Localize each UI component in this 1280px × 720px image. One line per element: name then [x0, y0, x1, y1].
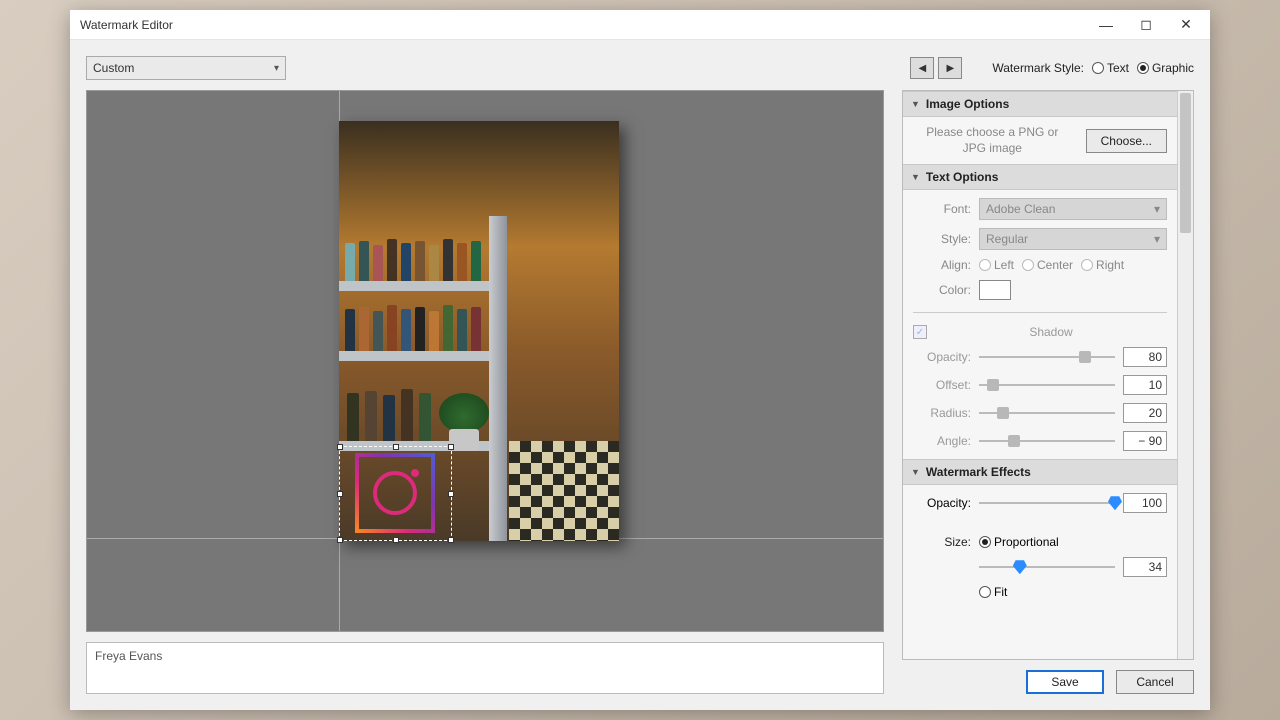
size-proportional-radio[interactable]: Proportional	[979, 535, 1059, 549]
radio-icon	[979, 259, 991, 271]
chevron-down-icon: ▾	[1154, 202, 1160, 216]
size-value[interactable]: 34	[1123, 557, 1167, 577]
watermark-text-input[interactable]: Freya Evans	[86, 642, 884, 694]
scrollbar-thumb[interactable]	[1180, 93, 1191, 233]
left-column: Freya Evans	[86, 90, 884, 694]
shadow-checkbox: ✓	[913, 325, 927, 339]
cancel-button[interactable]: Cancel	[1116, 670, 1194, 694]
size-slider[interactable]	[979, 559, 1115, 575]
scrollbar[interactable]	[1177, 91, 1193, 659]
disclosure-triangle-icon: ▼	[911, 467, 920, 477]
dialog-footer: Save Cancel	[902, 660, 1194, 694]
choose-image-hint: Please choose a PNG or JPG image	[913, 125, 1072, 156]
opacity-slider[interactable]	[979, 495, 1115, 511]
resize-handle[interactable]	[337, 537, 343, 543]
resize-handle[interactable]	[393, 537, 399, 543]
disclosure-triangle-icon: ▼	[911, 172, 920, 182]
color-label: Color:	[913, 283, 971, 297]
radio-icon	[1022, 259, 1034, 271]
watermark-style-label: Watermark Style:	[992, 61, 1084, 75]
align-left-radio: Left	[979, 258, 1014, 272]
radio-icon	[1092, 62, 1104, 74]
preset-value: Custom	[93, 61, 134, 75]
close-button[interactable]: ✕	[1166, 11, 1206, 39]
minimize-button[interactable]: —	[1086, 11, 1126, 39]
align-right-radio: Right	[1081, 258, 1124, 272]
content-area: Custom ▾ ◀ ▶ Watermark Style: Text Graph…	[70, 40, 1210, 710]
resize-handle[interactable]	[337, 444, 343, 450]
resize-handle[interactable]	[448, 491, 454, 497]
align-label: Align:	[913, 258, 971, 272]
style-graphic-radio[interactable]: Graphic	[1137, 61, 1194, 75]
radio-icon	[1137, 62, 1149, 74]
window-title: Watermark Editor	[80, 18, 173, 32]
shadow-label: Shadow	[935, 325, 1167, 339]
shadow-offset-slider	[979, 377, 1115, 393]
watermark-style-row: Watermark Style: Text Graphic	[992, 61, 1194, 75]
shadow-offset-label: Offset:	[913, 378, 971, 392]
right-panel: ▼ Image Options Please choose a PNG or J…	[902, 90, 1194, 694]
style-label: Style:	[913, 232, 971, 246]
resize-handle[interactable]	[448, 537, 454, 543]
top-row: Custom ▾ ◀ ▶ Watermark Style: Text Graph…	[86, 56, 1194, 80]
opacity-value[interactable]: 100	[1123, 493, 1167, 513]
font-label: Font:	[913, 202, 971, 216]
choose-image-button[interactable]: Choose...	[1086, 129, 1167, 153]
align-center-radio: Center	[1022, 258, 1073, 272]
chevron-down-icon: ▾	[1154, 232, 1160, 246]
preview-canvas[interactable]	[86, 90, 884, 632]
shadow-radius-label: Radius:	[913, 406, 971, 420]
opacity-label: Opacity:	[913, 496, 971, 510]
chevron-down-icon: ▾	[274, 63, 279, 74]
disclosure-triangle-icon: ▼	[911, 99, 920, 109]
radio-icon	[979, 536, 991, 548]
style-text-radio[interactable]: Text	[1092, 61, 1129, 75]
prev-image-button[interactable]: ◀	[910, 57, 934, 79]
preset-select[interactable]: Custom ▾	[86, 56, 286, 80]
shadow-offset-value: 10	[1123, 375, 1167, 395]
font-select: Adobe Clean▾	[979, 198, 1167, 220]
shadow-radius-slider	[979, 405, 1115, 421]
instagram-icon[interactable]	[355, 453, 435, 533]
text-options-header[interactable]: ▼ Text Options	[903, 164, 1177, 190]
watermark-effects-header[interactable]: ▼ Watermark Effects	[903, 459, 1177, 485]
image-options-header[interactable]: ▼ Image Options	[903, 91, 1177, 117]
watermark-editor-window: Watermark Editor — ◻ ✕ Custom ▾ ◀ ▶ Wate…	[70, 10, 1210, 710]
size-fit-radio[interactable]: Fit	[979, 585, 1007, 599]
color-swatch	[979, 280, 1011, 300]
size-label: Size:	[913, 535, 971, 549]
shadow-angle-value: − 90	[1123, 431, 1167, 451]
maximize-button[interactable]: ◻	[1126, 11, 1166, 39]
resize-handle[interactable]	[448, 444, 454, 450]
shadow-angle-slider	[979, 433, 1115, 449]
titlebar: Watermark Editor — ◻ ✕	[70, 10, 1210, 40]
shadow-angle-label: Angle:	[913, 434, 971, 448]
shadow-opacity-slider	[979, 349, 1115, 365]
radio-icon	[1081, 259, 1093, 271]
resize-handle[interactable]	[337, 491, 343, 497]
resize-handle[interactable]	[393, 444, 399, 450]
next-image-button[interactable]: ▶	[938, 57, 962, 79]
save-button[interactable]: Save	[1026, 670, 1104, 694]
main-row: Freya Evans ▼ Image Options Please choos…	[86, 90, 1194, 694]
shadow-radius-value: 20	[1123, 403, 1167, 423]
shadow-opacity-value: 80	[1123, 347, 1167, 367]
radio-icon	[979, 586, 991, 598]
shadow-opacity-label: Opacity:	[913, 350, 971, 364]
fontstyle-select: Regular▾	[979, 228, 1167, 250]
